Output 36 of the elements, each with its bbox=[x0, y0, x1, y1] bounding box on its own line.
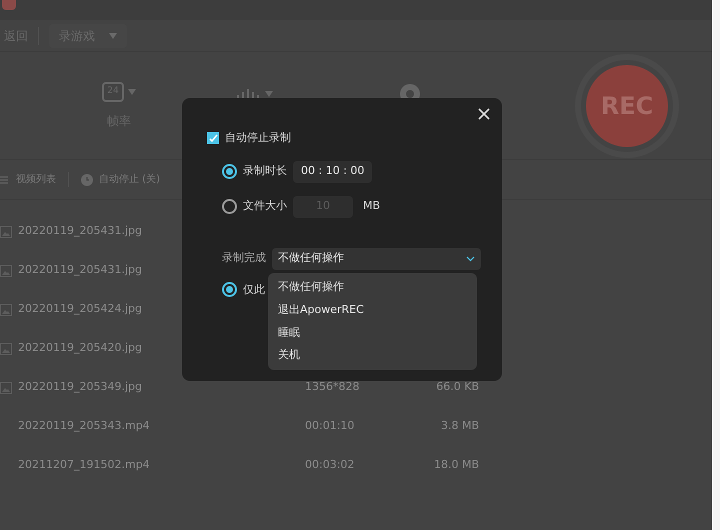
checkbox[interactable] bbox=[207, 132, 219, 144]
chevron-down-icon bbox=[466, 256, 475, 262]
file-name[interactable]: 20220119_205349.jpg bbox=[18, 379, 305, 396]
finish-label: 录制完成 bbox=[222, 250, 266, 266]
file-detail: 00:01:10 bbox=[305, 418, 356, 434]
image-file-icon bbox=[0, 226, 12, 238]
caret-icon bbox=[109, 32, 117, 38]
file-name[interactable]: 20220119_205343.mp4 bbox=[18, 418, 305, 435]
finish-action-dropdown[interactable]: 不做任何操作 bbox=[272, 248, 481, 270]
option-label: 录制时长 bbox=[243, 163, 287, 180]
checkbox-label: 自动停止录制 bbox=[225, 130, 291, 146]
image-file-icon bbox=[0, 382, 12, 394]
option-label: 文件大小 bbox=[243, 198, 287, 214]
file-size: 3.8 MB bbox=[440, 418, 479, 434]
radio-button[interactable] bbox=[222, 282, 237, 298]
radio-button[interactable] bbox=[222, 199, 237, 214]
file-detail: 00:03:02 bbox=[305, 457, 356, 474]
unit-label: MB bbox=[363, 198, 380, 214]
file-detail: 1356*828 bbox=[305, 379, 360, 396]
radio-button[interactable] bbox=[222, 164, 237, 179]
list-icon bbox=[0, 176, 8, 184]
menu-item[interactable]: 不做任何操作 bbox=[268, 276, 477, 299]
clock-icon bbox=[81, 174, 93, 186]
close-icon bbox=[478, 108, 490, 120]
menu-item[interactable]: 关机 bbox=[268, 344, 477, 367]
value-field[interactable]: 00 : 10 : 00 bbox=[293, 160, 372, 182]
image-file-icon bbox=[0, 342, 12, 354]
file-size: 66.0 KB bbox=[435, 379, 479, 396]
image-file-icon bbox=[0, 264, 12, 276]
menu-item[interactable]: 睡眠 bbox=[268, 322, 477, 344]
menu-item[interactable]: 退出ApowerREC bbox=[268, 298, 477, 322]
image-file-icon bbox=[0, 304, 12, 316]
scope-label: 仅此 bbox=[243, 282, 265, 298]
app-logo-icon bbox=[2, 0, 16, 10]
file-name[interactable]: 20211207_191502.mp4 bbox=[18, 457, 305, 474]
file-size: 18.0 MB bbox=[432, 457, 479, 474]
